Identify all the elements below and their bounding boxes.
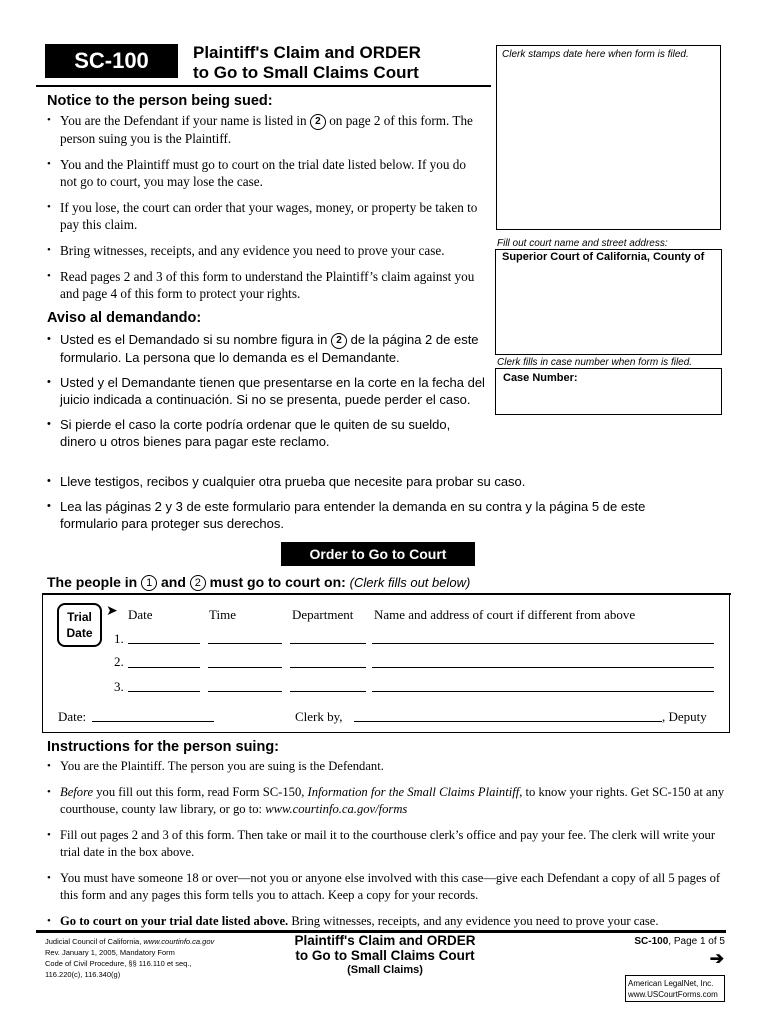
instructions-list: You are the Plaintiff. The person you ar… (45, 758, 735, 939)
list-item: Usted y el Demandante tienen que present… (45, 374, 485, 408)
trial-time-field-2[interactable] (208, 667, 282, 668)
trial-department-field-1[interactable] (290, 643, 366, 644)
circle-number-icon: 2 (330, 333, 347, 349)
people-instruction: The people in 1 and 2 must go to court o… (47, 574, 471, 591)
page-indicator: SC-100, Page 1 of 5 (634, 936, 725, 947)
next-page-arrow-icon[interactable]: ➔ (710, 949, 724, 969)
list-item: You and the Plaintiff must go to court o… (45, 156, 485, 190)
list-item: You are the Plaintiff. The person you ar… (45, 758, 735, 775)
circle-number-icon: 2 (189, 575, 206, 591)
trial-court-field-1[interactable] (372, 643, 714, 644)
list-item: Usted es el Demandado si su nombre figur… (45, 331, 485, 366)
trial-department-field-2[interactable] (290, 667, 366, 668)
trial-date-badge: Trial Date (57, 603, 102, 647)
circle-number-icon: 1 (141, 575, 158, 591)
court-name-value: Superior Court of California, County of (502, 251, 705, 263)
list-item: You must have someone 18 or over—not you… (45, 870, 735, 904)
trial-date-field-1[interactable] (128, 643, 200, 644)
list-item: Go to court on your trial date listed ab… (45, 913, 735, 930)
page-title: Plaintiff's Claim and ORDER to Go to Sma… (193, 43, 421, 83)
aviso-heading: Aviso al demandando: (47, 310, 202, 326)
form-id-badge: SC-100 (45, 44, 178, 78)
row-number: 1. (114, 631, 124, 646)
case-number-value: Case Number: (503, 372, 578, 384)
forms-link[interactable]: www.courtinfo.ca.gov/forms (265, 802, 407, 816)
list-item: You are the Defendant if your name is li… (45, 112, 485, 147)
footer-citation: Judicial Council of California, www.cour… (45, 937, 215, 979)
trial-department-field-3[interactable] (290, 691, 366, 692)
list-item: Bring witnesses, receipts, and any evide… (45, 242, 485, 259)
arrow-right-icon: ➤ (106, 604, 118, 619)
title-line-2: to Go to Small Claims Court (193, 63, 419, 82)
notice-list: You are the Defendant if your name is li… (45, 112, 485, 311)
instructions-heading: Instructions for the person suing: (47, 739, 280, 755)
clerk-signature-field[interactable] (354, 721, 662, 722)
trial-date-field-2[interactable] (128, 667, 200, 668)
aviso-list: Usted es el Demandado si su nombre figur… (45, 331, 485, 458)
list-item: Read pages 2 and 3 of this form to under… (45, 268, 485, 302)
trial-court-field-3[interactable] (372, 691, 714, 692)
list-item: Before you fill out this form, read Form… (45, 784, 735, 818)
column-date: Date (128, 607, 153, 622)
trial-time-field-3[interactable] (208, 691, 282, 692)
court-name-field[interactable] (495, 249, 722, 355)
row-number: 2. (114, 654, 124, 669)
list-item: Si pierde el caso la corte podría ordena… (45, 416, 485, 450)
circle-number-icon: 2 (309, 114, 326, 130)
clerk-label: Clerk by, (295, 709, 343, 724)
notice-heading: Notice to the person being sued: (47, 93, 273, 109)
case-number-label: Clerk fills in case number when form is … (497, 357, 693, 368)
list-item: Lleve testigos, recibos y cualquier otra… (45, 473, 735, 490)
aviso-list-wide: Lleve testigos, recibos y cualquier otra… (45, 473, 735, 540)
date-label: Date: (58, 709, 87, 724)
clerk-stamp-label: Clerk stamps date here when form is file… (502, 49, 689, 60)
deputy-label: , Deputy (662, 709, 707, 724)
clerk-stamp-box (496, 45, 721, 230)
clerk-date-field[interactable] (92, 721, 214, 722)
list-item: Fill out pages 2 and 3 of this form. The… (45, 827, 735, 861)
legalnet-watermark: American LegalNet, Inc. www.USCourtForms… (625, 975, 725, 1002)
list-item: Lea las páginas 2 y 3 de este formulario… (45, 498, 680, 532)
judicial-council-link[interactable]: www.courtinfo.ca.gov (143, 937, 214, 946)
column-department: Department (292, 607, 354, 622)
header-divider (36, 85, 491, 87)
court-name-label: Fill out court name and street address: (497, 238, 668, 249)
trial-date-field-3[interactable] (128, 691, 200, 692)
column-time: Time (209, 607, 236, 622)
order-banner: Order to Go to Court (281, 542, 475, 566)
column-court-address: Name and address of court if different f… (374, 607, 636, 622)
trial-time-field-1[interactable] (208, 643, 282, 644)
title-line-1: Plaintiff's Claim and ORDER (193, 43, 421, 62)
footer-title: Plaintiff's Claim and ORDER to Go to Sma… (294, 933, 476, 976)
row-number: 3. (114, 679, 124, 694)
list-item: If you lose, the court can order that yo… (45, 199, 485, 233)
trial-court-field-2[interactable] (372, 667, 714, 668)
